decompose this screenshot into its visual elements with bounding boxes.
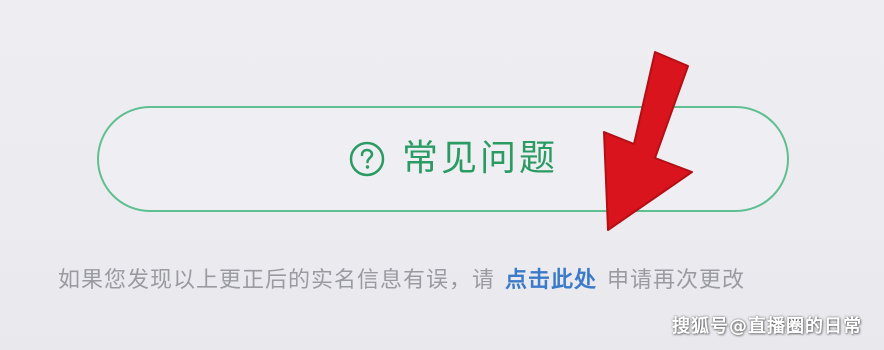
faq-button-label: 常见问题	[401, 138, 558, 179]
page-background: 常见问题 如果您发现以上更正后的实名信息有误，请 点击此处 申请再次更改 搜狐号@直…	[0, 0, 884, 350]
question-circle-icon	[348, 140, 386, 178]
click-here-link[interactable]: 点击此处	[505, 268, 597, 293]
correction-notice: 如果您发现以上更正后的实名信息有误，请 点击此处 申请再次更改	[58, 270, 745, 292]
notice-prefix-text: 如果您发现以上更正后的实名信息有误，请	[58, 268, 496, 293]
notice-suffix-text: 申请再次更改	[607, 268, 746, 293]
faq-button-content: 常见问题	[348, 140, 558, 178]
red-arrow-overlay-icon	[603, 51, 693, 231]
watermark-text: 搜狐号@直播圈的日常	[672, 316, 862, 337]
